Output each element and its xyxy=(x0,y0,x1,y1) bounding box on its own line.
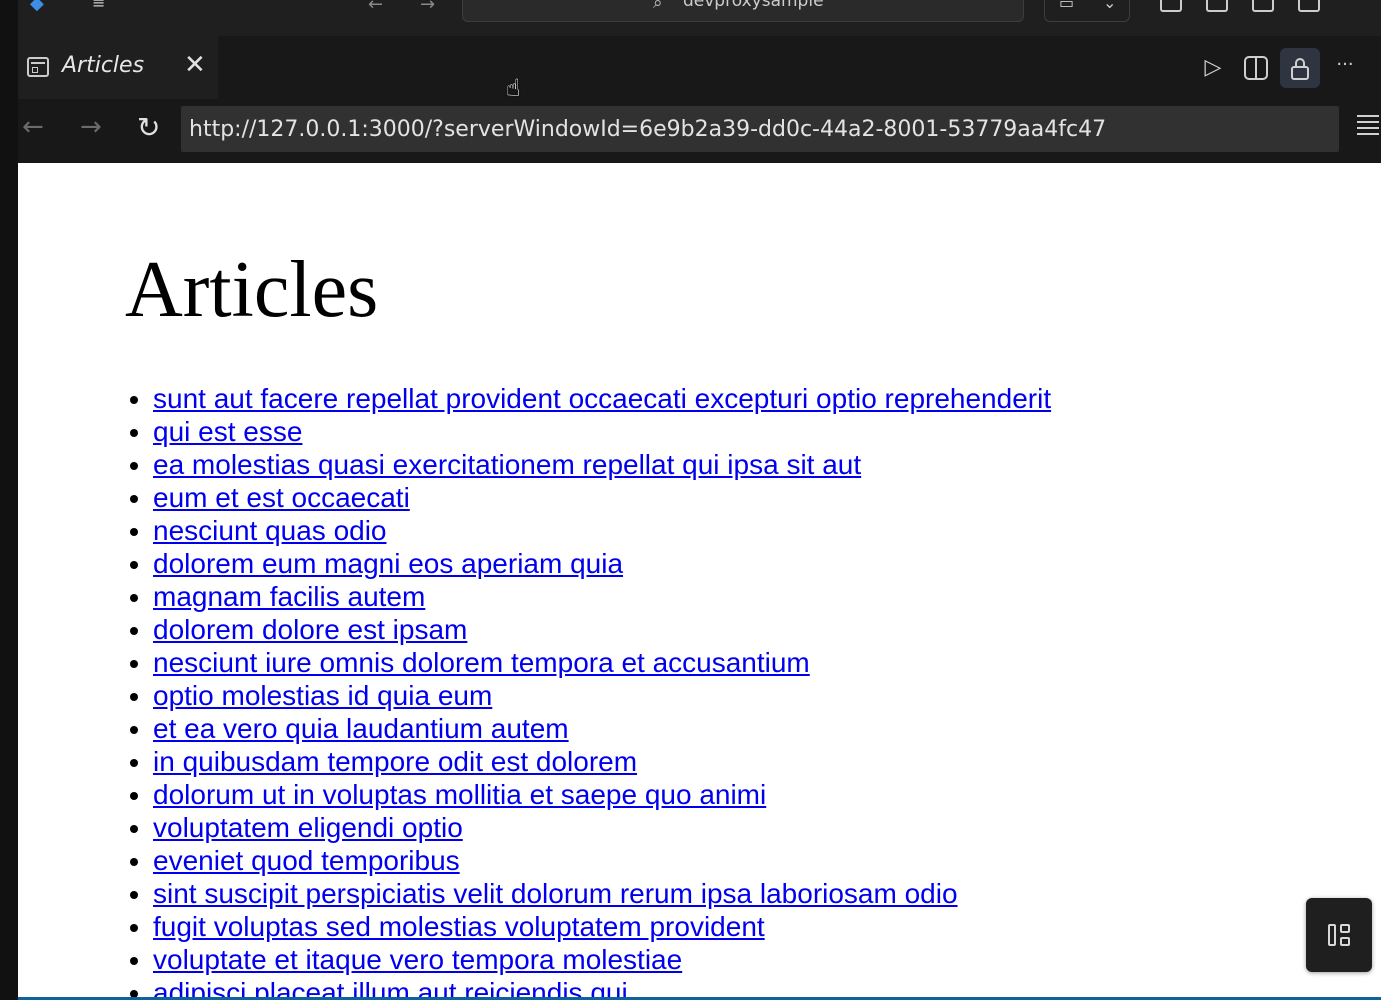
list-item: nesciunt quas odio xyxy=(153,514,1051,547)
article-link[interactable]: dolorem eum magni eos aperiam quia xyxy=(153,548,623,579)
list-item: magnam facilis autem xyxy=(153,580,1051,613)
forward-icon[interactable]: → xyxy=(420,0,435,15)
list-item: eum et est occaecati xyxy=(153,481,1051,514)
reload-icon[interactable]: ↻ xyxy=(137,111,160,144)
list-item: et ea vero quia laudantium autem xyxy=(153,712,1051,745)
list-item: optio molestias id quia eum xyxy=(153,679,1051,712)
split-editor-icon[interactable] xyxy=(1236,48,1276,88)
list-item: adipisci placeat illum aut reiciendis qu… xyxy=(153,976,1051,997)
article-link[interactable]: sunt aut facere repellat provident occae… xyxy=(153,383,1051,414)
menu-icon[interactable]: ≡ xyxy=(92,0,114,11)
article-link[interactable]: eveniet quod temporibus xyxy=(153,845,460,876)
article-link[interactable]: eum et est occaecati xyxy=(153,482,410,513)
chat-button[interactable]: ▭ ⌄ xyxy=(1044,0,1130,22)
article-link[interactable]: qui est esse xyxy=(153,416,302,447)
article-link[interactable]: dolorum ut in voluptas mollitia et saepe… xyxy=(153,779,766,810)
list-item: dolorem eum magni eos aperiam quia xyxy=(153,547,1051,580)
article-link[interactable]: magnam facilis autem xyxy=(153,581,425,612)
layout-icon xyxy=(1328,924,1336,946)
list-item: dolorem dolore est ipsam xyxy=(153,613,1051,646)
forward-icon[interactable]: → xyxy=(80,112,102,142)
list-item: ea molestias quasi exercitationem repell… xyxy=(153,448,1051,481)
back-icon[interactable]: ← xyxy=(368,0,383,15)
article-link[interactable]: sint suscipit perspiciatis velit dolorum… xyxy=(153,878,958,909)
article-link[interactable]: in quibusdam tempore odit est dolorem xyxy=(153,746,637,777)
list-item: in quibusdam tempore odit est dolorem xyxy=(153,745,1051,778)
browser-preview-icon xyxy=(27,57,49,77)
toggle-panel-icon[interactable] xyxy=(1252,0,1274,12)
run-icon[interactable]: ▷ xyxy=(1193,48,1233,88)
search-icon: ⌕ xyxy=(653,0,663,13)
article-link[interactable]: optio molestias id quia eum xyxy=(153,680,492,711)
command-center-text: devproxysample xyxy=(683,0,824,11)
lock-icon[interactable] xyxy=(1280,48,1320,88)
article-link[interactable]: nesciunt quas odio xyxy=(153,515,387,546)
article-link[interactable]: voluptatem eligendi optio xyxy=(153,812,463,843)
article-link[interactable]: ea molestias quasi exercitationem repell… xyxy=(153,449,861,480)
layout-toggle-button[interactable] xyxy=(1306,898,1372,972)
back-icon[interactable]: ← xyxy=(22,112,44,142)
list-item: voluptate et itaque vero tempora molesti… xyxy=(153,943,1051,976)
article-list: sunt aut facere repellat provident occae… xyxy=(111,382,1051,997)
article-link[interactable]: et ea vero quia laudantium autem xyxy=(153,713,569,744)
layout-controls xyxy=(1160,0,1344,16)
close-icon[interactable]: ✕ xyxy=(184,50,206,80)
article-link[interactable]: voluptate et itaque vero tempora molesti… xyxy=(153,944,682,975)
chat-icon: ▭ xyxy=(1059,0,1075,12)
article-link[interactable]: adipisci placeat illum aut reiciendis qu… xyxy=(153,977,628,997)
page-title: Articles xyxy=(125,246,379,334)
article-link[interactable]: fugit voluptas sed molestias voluptatem … xyxy=(153,911,765,942)
menu-icon[interactable] xyxy=(1357,115,1379,137)
tab-label: Articles xyxy=(62,53,145,78)
window-left-edge xyxy=(0,0,18,1000)
article-link[interactable]: dolorem dolore est ipsam xyxy=(153,614,467,645)
editor-actions: ▷ ··· xyxy=(1181,48,1381,88)
list-item: voluptatem eligendi optio xyxy=(153,811,1051,844)
list-item: nesciunt iure omnis dolorem tempora et a… xyxy=(153,646,1051,679)
title-bar: ◆ ≡ ← → ⌕ devproxysample ▭ ⌄ xyxy=(18,0,1381,36)
page-viewport: Articles sunt aut facere repellat provid… xyxy=(18,163,1381,997)
browser-nav-bar: ← → ↻ xyxy=(18,99,1381,163)
toggle-secondary-sidebar-icon[interactable] xyxy=(1298,0,1320,12)
list-item: dolorum ut in voluptas mollitia et saepe… xyxy=(153,778,1051,811)
article-link[interactable]: nesciunt iure omnis dolorem tempora et a… xyxy=(153,647,810,678)
list-item: sint suscipit perspiciatis velit dolorum… xyxy=(153,877,1051,910)
url-input[interactable] xyxy=(181,106,1339,152)
list-item: sunt aut facere repellat provident occae… xyxy=(153,382,1051,415)
tab-articles[interactable]: Articles ✕ xyxy=(18,36,218,99)
command-center[interactable]: ⌕ devproxysample xyxy=(462,0,1024,22)
list-item: qui est esse xyxy=(153,415,1051,448)
chevron-down-icon: ⌄ xyxy=(1103,0,1117,12)
editor-tab-bar: Articles ✕ ▷ ··· xyxy=(18,36,1381,99)
layout-customize-icon[interactable] xyxy=(1160,0,1182,12)
hand-cursor-icon: ☝ xyxy=(506,74,521,102)
list-item: eveniet quod temporibus xyxy=(153,844,1051,877)
list-item: fugit voluptas sed molestias voluptatem … xyxy=(153,910,1051,943)
more-actions-icon[interactable]: ··· xyxy=(1325,48,1365,88)
toggle-sidebar-icon[interactable] xyxy=(1206,0,1228,12)
vscode-logo-icon: ◆ xyxy=(30,0,44,14)
